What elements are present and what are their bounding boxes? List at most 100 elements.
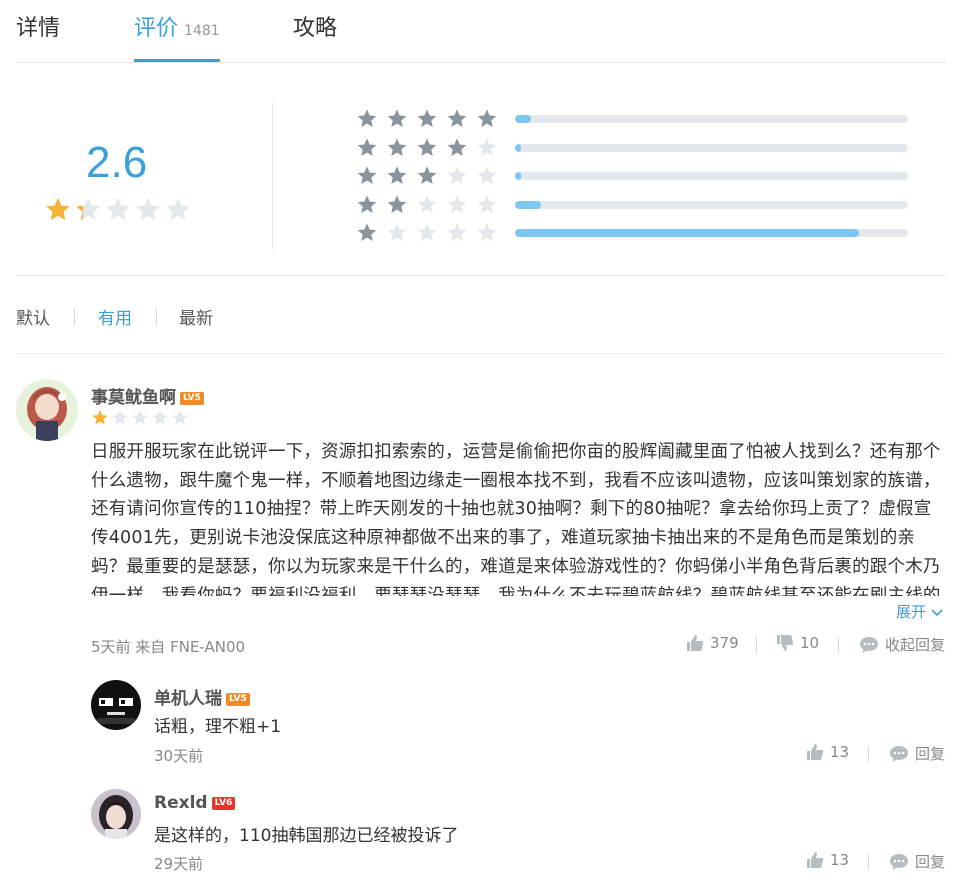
star-empty-icon — [477, 194, 497, 213]
tab-guides[interactable]: 攻略 — [293, 10, 337, 42]
reply-author[interactable]: 单机人瑞 LV5 — [154, 684, 250, 709]
level-badge: LV6 — [211, 796, 236, 810]
star-filled-icon — [447, 109, 467, 127]
tab-details-label: 详情 — [16, 16, 61, 41]
tab-details[interactable]: 详情 — [16, 10, 60, 42]
comment-icon — [860, 636, 878, 653]
star-empty-icon — [166, 197, 190, 221]
star-empty-icon — [172, 410, 188, 425]
like-count: 13 — [830, 851, 850, 869]
action-divider — [868, 854, 869, 870]
review-stars — [91, 409, 191, 428]
star-filled-icon — [357, 137, 377, 156]
average-score: 2.6 — [86, 138, 148, 187]
review-author-name: 事莫鱿鱼啊 — [91, 388, 176, 408]
like-button[interactable]: 379 — [686, 634, 739, 652]
tab-reviews-label: 评价 — [134, 16, 179, 41]
rating-bar-fill — [515, 115, 531, 123]
star-filled-icon — [417, 109, 437, 127]
rating-row-1 — [356, 222, 506, 246]
rating-row-5 — [356, 108, 506, 132]
reply-label: 回复 — [915, 853, 946, 871]
reply-button[interactable]: 回复 — [889, 851, 945, 872]
review-text: 日服开服玩家在此锐评一下，资源扣扣索索的，运营是偷偷把你亩的股辉阖藏里面了怕被人… — [91, 442, 941, 596]
star-filled-icon — [357, 223, 377, 241]
action-divider — [756, 637, 757, 653]
star-filled-icon — [357, 166, 377, 184]
level-badge: LV5 — [226, 692, 250, 706]
sort-divider — [74, 309, 75, 325]
avatar[interactable] — [16, 379, 78, 441]
rating-row-3 — [356, 165, 506, 189]
rating-bar-fill — [515, 143, 521, 152]
reply-button[interactable]: 回复 — [889, 743, 945, 764]
summary-divider — [272, 102, 273, 250]
chevron-down-icon — [931, 608, 943, 616]
comment-icon — [890, 745, 908, 762]
rating-bar-fill — [515, 172, 521, 180]
action-divider — [838, 637, 839, 653]
star-filled-icon — [417, 166, 437, 184]
collapse-replies-label: 收起回复 — [885, 636, 946, 654]
reply-author-name: Rexld — [154, 793, 208, 813]
thumbs-down-icon — [777, 635, 794, 651]
like-button[interactable]: 13 — [806, 851, 849, 869]
star-filled-icon — [357, 194, 377, 213]
thumbs-up-icon — [807, 744, 824, 760]
avatar[interactable] — [91, 789, 141, 839]
star-filled-icon — [76, 197, 100, 221]
star-empty-icon — [447, 166, 467, 184]
sort-default[interactable]: 默认 — [16, 304, 50, 329]
star-filled-icon — [357, 109, 377, 127]
rating-bar-track — [515, 200, 908, 209]
star-filled-icon — [387, 137, 407, 156]
collapse-replies-button[interactable]: 收起回复 — [859, 634, 945, 655]
review-time-device: 5天前 来自 FNE-AN00 — [91, 638, 246, 656]
rating-row-4 — [356, 137, 506, 161]
sort-latest[interactable]: 最新 — [179, 304, 213, 329]
action-divider — [868, 746, 869, 762]
star-empty-icon — [112, 410, 128, 425]
star-filled-icon — [46, 197, 70, 221]
sort-divider — [156, 309, 157, 325]
rating-bar-fill — [515, 200, 541, 209]
avatar[interactable] — [91, 680, 141, 730]
average-score-stars — [44, 196, 194, 226]
star-empty-icon — [132, 410, 148, 425]
rating-row-2 — [356, 194, 506, 218]
tab-reviews-count: 1481 — [184, 23, 220, 39]
star-empty-icon — [106, 197, 130, 221]
thumbs-up-icon — [687, 635, 704, 651]
tab-reviews[interactable]: 评价 1481 — [134, 10, 220, 42]
reply-time: 30天前 — [154, 747, 204, 765]
reply-author[interactable]: Rexld LV6 — [154, 793, 236, 813]
star-filled-icon — [92, 410, 108, 425]
level-badge: LV5 — [180, 391, 204, 405]
rating-bar-track — [515, 229, 908, 237]
star-filled-icon — [387, 194, 407, 213]
expand-button[interactable]: 展开 — [896, 601, 943, 622]
star-filled-icon — [477, 109, 497, 127]
rating-bar-track — [515, 143, 908, 152]
reply-label: 回复 — [915, 745, 946, 763]
sort-useful[interactable]: 有用 — [98, 304, 132, 329]
rating-bar-track — [515, 115, 908, 123]
star-empty-icon — [477, 223, 497, 241]
tab-guides-label: 攻略 — [293, 16, 338, 41]
like-button[interactable]: 13 — [806, 743, 849, 761]
star-empty-icon — [477, 137, 497, 156]
rating-bar-fill — [515, 229, 859, 237]
comment-icon — [890, 853, 908, 870]
dislike-button[interactable]: 10 — [776, 634, 819, 652]
tab-bar: 详情 评价 1481 攻略 — [16, 0, 946, 63]
thumbs-up-icon — [807, 852, 824, 868]
rating-summary: 2.6 — [16, 62, 946, 276]
dislike-count: 10 — [800, 634, 820, 652]
review-author[interactable]: 事莫鱿鱼啊 LV5 — [91, 383, 204, 408]
sort-bar: 默认 有用 最新 — [16, 276, 946, 354]
star-filled-icon — [447, 137, 467, 156]
like-count: 379 — [710, 634, 739, 652]
star-empty-icon — [136, 197, 160, 221]
star-empty-icon — [152, 410, 168, 425]
star-empty-icon — [447, 223, 467, 241]
